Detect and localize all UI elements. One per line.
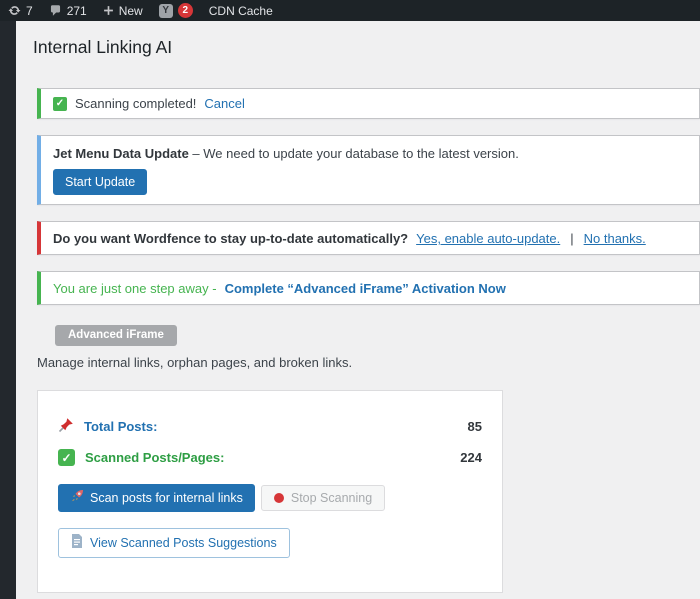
cdn-cache-menu[interactable]: CDN Cache	[209, 4, 273, 18]
enable-auto-update-link[interactable]: Yes, enable auto-update.	[416, 231, 560, 246]
plus-icon	[103, 5, 114, 16]
updates-menu[interactable]: 7	[8, 4, 33, 18]
stop-scanning-button[interactable]: Stop Scanning	[260, 485, 386, 511]
page-title: Internal Linking AI	[33, 37, 173, 57]
scanning-message: Scanning completed!	[75, 96, 197, 111]
scanned-posts-value: 224	[460, 450, 482, 465]
comment-icon	[49, 4, 62, 17]
admin-sidebar-collapsed[interactable]	[0, 21, 16, 599]
cdn-cache-label: CDN Cache	[208, 3, 273, 18]
jet-menu-title: Jet Menu Data Update	[53, 146, 189, 161]
wordfence-question: Do you want Wordfence to stay up-to-date…	[53, 231, 409, 246]
notices-area: Scanning completed! Cancel Jet Menu Data…	[16, 88, 700, 346]
pushpin-icon	[58, 417, 74, 436]
new-menu[interactable]: New	[103, 4, 143, 18]
total-posts-value: 85	[467, 419, 482, 434]
wordfence-notice: Do you want Wordfence to stay up-to-date…	[37, 221, 700, 255]
scan-posts-label: Scan posts for internal links	[90, 491, 243, 505]
jet-menu-message: – We need to update your database to the…	[188, 146, 519, 161]
comments-count: 271	[66, 3, 87, 18]
scanning-completed-notice: Scanning completed! Cancel	[37, 88, 700, 119]
update-icon	[8, 4, 21, 17]
new-label: New	[118, 3, 143, 18]
check-icon	[53, 96, 67, 111]
advanced-iframe-badge: Advanced iFrame	[55, 325, 177, 346]
scan-stats-card: Total Posts: 85 Scanned Posts/Pages: 224…	[37, 390, 503, 593]
document-icon	[71, 534, 83, 552]
scanned-posts-label: Scanned Posts/Pages:	[85, 450, 225, 465]
start-update-button[interactable]: Start Update	[53, 169, 148, 195]
view-suggestions-row: View Scanned Posts Suggestions	[58, 528, 482, 558]
comments-menu[interactable]: 271	[49, 4, 87, 18]
jet-menu-notice: Jet Menu Data Update – We need to update…	[37, 135, 700, 205]
scanned-posts-row: Scanned Posts/Pages: 224	[58, 449, 482, 466]
view-suggestions-button[interactable]: View Scanned Posts Suggestions	[58, 528, 290, 558]
cancel-link[interactable]: Cancel	[204, 96, 244, 111]
link-separator: |	[570, 231, 574, 246]
view-suggestions-label: View Scanned Posts Suggestions	[90, 536, 277, 550]
stop-scanning-label: Stop Scanning	[290, 491, 373, 505]
yoast-seo-icon: Y	[158, 3, 173, 18]
page-description: Manage internal links, orphan pages, and…	[37, 355, 353, 370]
yoast-menu[interactable]: Y 2	[158, 3, 193, 18]
total-posts-row: Total Posts: 85	[58, 417, 482, 436]
rocket-icon	[70, 489, 84, 507]
activation-link[interactable]: Complete “Advanced iFrame” Activation No…	[225, 281, 506, 296]
check-icon	[58, 449, 75, 466]
advanced-iframe-notice: You are just one step away - Complete “A…	[37, 271, 700, 305]
main-content: Internal Linking AI Scanning completed! …	[16, 21, 700, 599]
no-thanks-link[interactable]: No thanks.	[584, 231, 646, 246]
scan-buttons-row: Scan posts for internal links Stop Scann…	[58, 484, 482, 512]
updates-count: 7	[26, 3, 33, 18]
total-posts-label: Total Posts:	[84, 419, 158, 434]
yoast-notification-badge: 2	[177, 3, 193, 18]
activation-prefix: You are just one step away -	[53, 281, 217, 296]
admin-bar: 7 271 New Y 2 CDN Cache	[0, 0, 700, 21]
record-dot-icon	[273, 493, 284, 503]
scan-posts-button[interactable]: Scan posts for internal links	[58, 484, 255, 512]
